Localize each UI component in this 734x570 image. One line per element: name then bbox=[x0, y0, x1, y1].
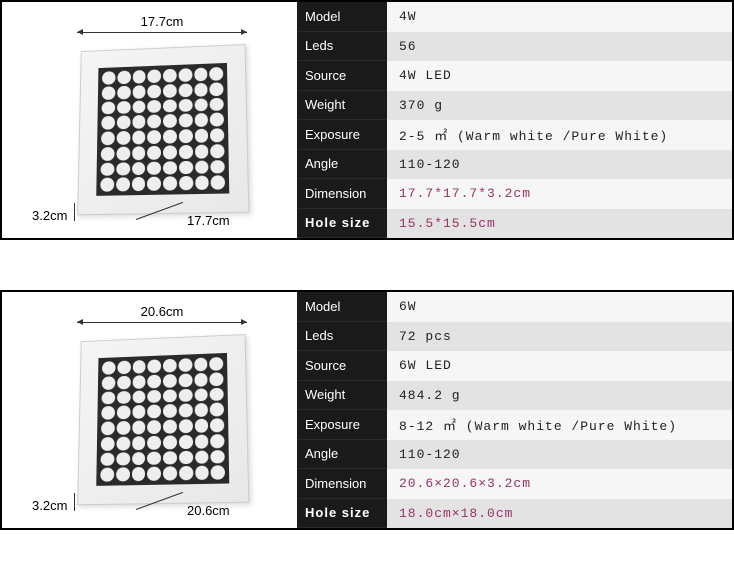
value-model: 4W bbox=[387, 2, 732, 32]
dimension-length-label: 17.7cm bbox=[187, 213, 230, 228]
value-weight: 484.2 g bbox=[387, 381, 732, 411]
label-leds: Leds bbox=[297, 322, 387, 352]
label-weight: Weight bbox=[297, 381, 387, 411]
product-card-2: 20.6cm 20.6cm 3.2cm Model Leds Source We… bbox=[0, 290, 734, 530]
value-angle: 110-120 bbox=[387, 440, 732, 470]
dimension-width-label: 17.7cm bbox=[77, 14, 247, 29]
label-model: Model bbox=[297, 292, 387, 322]
value-weight: 370 g bbox=[387, 91, 732, 121]
value-angle: 110-120 bbox=[387, 150, 732, 180]
label-exposure: Exposure bbox=[297, 410, 387, 440]
value-source: 4W LED bbox=[387, 61, 732, 91]
led-panel-icon bbox=[77, 44, 249, 215]
spec-table: Model Leds Source Weight Exposure Angle … bbox=[297, 292, 732, 528]
spec-values-column: 6W 72 pcs 6W LED 484.2 g 8-12 ㎡ (Warm wh… bbox=[387, 292, 732, 528]
value-hole-size: 18.0cm×18.0cm bbox=[387, 499, 732, 529]
product-illustration: 17.7cm 17.7cm 3.2cm bbox=[2, 2, 297, 238]
label-model: Model bbox=[297, 2, 387, 32]
label-exposure: Exposure bbox=[297, 120, 387, 150]
dimension-depth-label: 3.2cm bbox=[32, 498, 67, 513]
led-grid-icon bbox=[96, 63, 229, 196]
value-hole-size: 15.5*15.5cm bbox=[387, 209, 732, 239]
value-exposure: 2-5 ㎡ (Warm white /Pure White) bbox=[387, 120, 732, 150]
product-illustration: 20.6cm 20.6cm 3.2cm bbox=[2, 292, 297, 528]
spec-values-column: 4W 56 4W LED 370 g 2-5 ㎡ (Warm white /Pu… bbox=[387, 2, 732, 238]
label-hole-size: Hole size bbox=[297, 499, 387, 529]
spec-table: Model Leds Source Weight Exposure Angle … bbox=[297, 2, 732, 238]
label-source: Source bbox=[297, 61, 387, 91]
dimension-depth-label: 3.2cm bbox=[32, 208, 67, 223]
label-dimension: Dimension bbox=[297, 179, 387, 209]
value-dimension: 20.6×20.6×3.2cm bbox=[387, 469, 732, 499]
dimension-width-label: 20.6cm bbox=[77, 304, 247, 319]
label-source: Source bbox=[297, 351, 387, 381]
value-model: 6W bbox=[387, 292, 732, 322]
label-angle: Angle bbox=[297, 150, 387, 180]
value-exposure: 8-12 ㎡ (Warm white /Pure White) bbox=[387, 410, 732, 440]
led-grid-icon bbox=[96, 353, 229, 486]
value-leds: 72 pcs bbox=[387, 322, 732, 352]
label-weight: Weight bbox=[297, 91, 387, 121]
value-leds: 56 bbox=[387, 32, 732, 62]
label-dimension: Dimension bbox=[297, 469, 387, 499]
spec-labels-column: Model Leds Source Weight Exposure Angle … bbox=[297, 292, 387, 528]
value-dimension: 17.7*17.7*3.2cm bbox=[387, 179, 732, 209]
spec-labels-column: Model Leds Source Weight Exposure Angle … bbox=[297, 2, 387, 238]
value-source: 6W LED bbox=[387, 351, 732, 381]
led-panel-icon bbox=[77, 334, 249, 505]
dimension-length-label: 20.6cm bbox=[187, 503, 230, 518]
label-leds: Leds bbox=[297, 32, 387, 62]
product-card-1: 17.7cm 17.7cm 3.2cm Model Leds Source We… bbox=[0, 0, 734, 240]
label-hole-size: Hole size bbox=[297, 209, 387, 239]
label-angle: Angle bbox=[297, 440, 387, 470]
